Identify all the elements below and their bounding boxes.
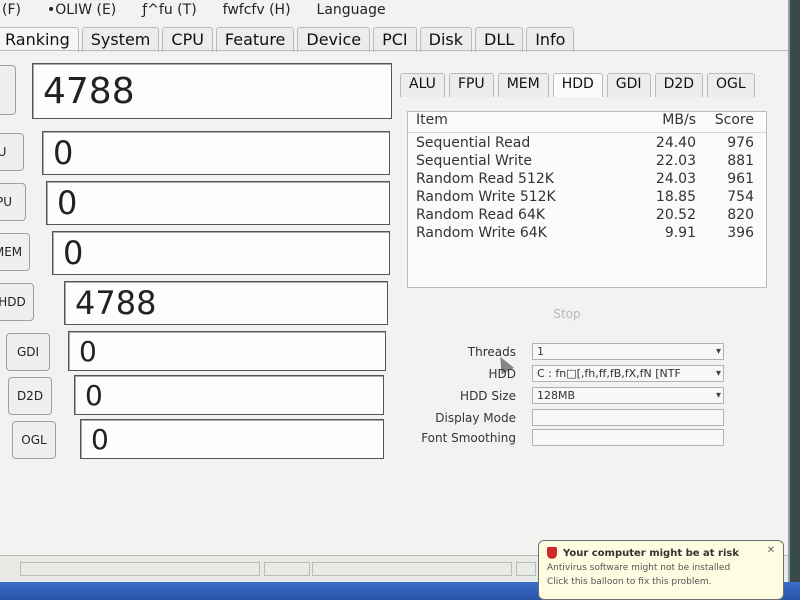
row-mbs: 24.40 — [655, 135, 696, 151]
header-score[interactable]: Score — [715, 112, 754, 128]
row-score: 754 — [727, 189, 754, 205]
row-mbs: 24.03 — [655, 171, 696, 187]
row-item: Random Write 64K — [416, 225, 547, 241]
menu-help[interactable]: fwfcfv (H) — [223, 2, 291, 22]
score-label-gdi[interactable]: GDI — [6, 333, 50, 371]
subtab-d2d[interactable]: D2D — [654, 73, 704, 97]
tab-cpu[interactable]: CPU — [162, 27, 213, 52]
score-label-ogl[interactable]: OGL — [12, 421, 56, 459]
header-item[interactable]: Item — [416, 112, 448, 128]
score-gdi: 0 — [68, 331, 386, 371]
subtab-gdi[interactable]: GDI — [606, 73, 651, 97]
balloon-title: Your computer might be at risk — [547, 547, 775, 559]
tab-system[interactable]: System — [81, 27, 160, 52]
score-d2d: 0 — [74, 375, 384, 415]
results-table[interactable]: Item MB/s Score Sequential Read 24.40 97… — [407, 111, 767, 288]
status-segment — [312, 562, 512, 576]
main-tabs: Ranking System CPU Feature Device PCI Di… — [0, 24, 792, 52]
row-item: Sequential Write — [416, 153, 533, 169]
menu-tools[interactable]: ƒ^fu (T) — [142, 2, 196, 22]
chevron-down-icon: ▾ — [715, 346, 721, 357]
score-label-total[interactable]: K — [0, 65, 16, 115]
threads-label: Threads — [467, 345, 516, 359]
tab-pci[interactable]: PCI — [373, 27, 417, 52]
table-row[interactable]: Random Read 64K 20.52 820 — [408, 207, 766, 225]
score-mem: 0 — [52, 231, 390, 275]
main-panel: K 4788 U 0 PU 0 MEM 0 HDD 4788 GDI 0 D2D… — [0, 50, 788, 554]
row-score: 961 — [727, 171, 754, 187]
row-score: 396 — [727, 225, 754, 241]
row-score: 820 — [727, 207, 754, 223]
tab-dll[interactable]: DLL — [475, 27, 524, 52]
hdd-size-value: 128MB — [537, 389, 576, 402]
row-item: Random Write 512K — [416, 189, 556, 205]
row-item: Random Read 512K — [416, 171, 554, 187]
hdd-size-label: HDD Size — [460, 389, 516, 403]
hdd-label: HDD — [488, 367, 516, 381]
font-smoothing-select[interactable] — [532, 429, 724, 446]
score-label-mem[interactable]: MEM — [0, 233, 30, 271]
score-label-fpu[interactable]: PU — [0, 183, 26, 221]
row-mbs: 22.03 — [655, 153, 696, 169]
menu-file[interactable]: (F) — [2, 2, 21, 22]
row-mbs: 20.52 — [655, 207, 696, 223]
score-alu: 0 — [42, 131, 390, 175]
subtab-mem[interactable]: MEM — [497, 73, 549, 97]
results-header: Item MB/s Score — [408, 112, 766, 133]
table-row[interactable]: Random Read 512K 24.03 961 — [408, 171, 766, 189]
app-window: (F) •OLIW (E) ƒ^fu (T) fwfcfv (H) Langua… — [0, 0, 790, 584]
table-row[interactable]: Random Write 64K 9.91 396 — [408, 225, 766, 243]
tab-info[interactable]: Info — [526, 27, 575, 52]
score-label-alu[interactable]: U — [0, 133, 24, 171]
font-smoothing-label: Font Smoothing — [421, 431, 516, 445]
row-item: Random Read 64K — [416, 207, 546, 223]
menu-edit[interactable]: •OLIW (E) — [47, 2, 116, 22]
stop-button[interactable]: Stop — [532, 303, 602, 325]
status-segment — [516, 562, 536, 576]
tab-device[interactable]: Device — [297, 27, 371, 52]
subtab-fpu[interactable]: FPU — [448, 73, 494, 97]
row-mbs: 18.85 — [655, 189, 696, 205]
table-row[interactable]: Sequential Write 22.03 881 — [408, 153, 766, 171]
row-score: 976 — [727, 135, 754, 151]
benchmark-subtabs: ALU FPU MEM HDD GDI D2D OGL — [400, 73, 759, 97]
display-mode-label: Display Mode — [435, 411, 516, 425]
balloon-action[interactable]: Click this balloon to fix this problem. — [547, 577, 775, 587]
threads-select[interactable]: 1 ▾ — [532, 343, 724, 360]
score-label-d2d[interactable]: D2D — [8, 377, 52, 415]
score-total: 4788 — [32, 63, 392, 119]
hdd-size-select[interactable]: 128MB ▾ — [532, 387, 724, 404]
row-item: Sequential Read — [416, 135, 531, 151]
header-mbs[interactable]: MB/s — [662, 112, 696, 128]
table-row[interactable]: Random Write 512K 18.85 754 — [408, 189, 766, 207]
chevron-down-icon: ▾ — [715, 368, 721, 379]
balloon-message: Antivirus software might not be installe… — [547, 563, 731, 573]
threads-value: 1 — [537, 345, 544, 358]
hdd-value: C : fn□[,fh,ff,fB,fX,fN [NTF — [537, 367, 681, 380]
menubar: (F) •OLIW (E) ƒ^fu (T) fwfcfv (H) Langua… — [0, 2, 798, 22]
row-mbs: 9.91 — [664, 225, 696, 241]
score-fpu: 0 — [46, 181, 390, 225]
tab-feature[interactable]: Feature — [215, 27, 295, 52]
subtab-hdd[interactable]: HDD — [552, 73, 603, 97]
close-icon[interactable]: ✕ — [765, 545, 777, 557]
subtab-ogl[interactable]: OGL — [707, 73, 755, 97]
row-score: 881 — [727, 153, 754, 169]
chevron-down-icon: ▾ — [715, 390, 721, 401]
score-label-hdd[interactable]: HDD — [0, 283, 34, 321]
balloon-title-text: Your computer might be at risk — [563, 547, 739, 559]
security-balloon[interactable]: Your computer might be at risk Antivirus… — [538, 540, 784, 600]
score-ogl: 0 — [80, 419, 384, 459]
subtab-alu[interactable]: ALU — [400, 73, 445, 97]
status-segment — [20, 562, 260, 576]
display-mode-select[interactable] — [532, 409, 724, 426]
hdd-select[interactable]: C : fn□[,fh,ff,fB,fX,fN [NTF ▾ — [532, 365, 724, 382]
tab-disk[interactable]: Disk — [419, 27, 473, 52]
table-row[interactable]: Sequential Read 24.40 976 — [408, 135, 766, 153]
shield-icon — [547, 547, 557, 559]
tab-ranking[interactable]: Ranking — [0, 27, 79, 52]
menu-language[interactable]: Language — [317, 2, 386, 22]
score-hdd: 4788 — [64, 281, 388, 325]
status-segment — [264, 562, 310, 576]
